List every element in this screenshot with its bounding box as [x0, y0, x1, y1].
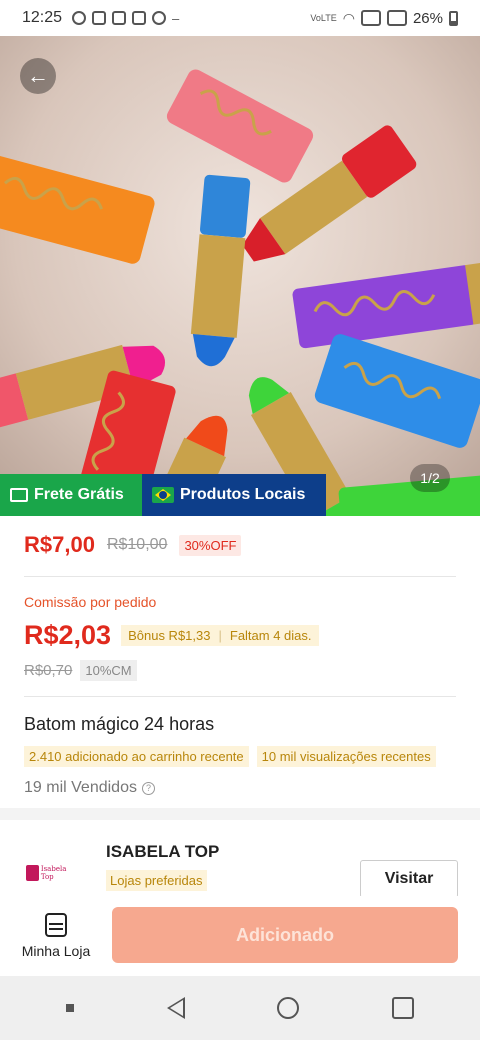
sold-count: 19 mil Vendidos ? [24, 779, 155, 797]
original-price: R$10,00 [106, 536, 168, 553]
bonus-remaining: Faltam 4 dias. [229, 628, 312, 643]
divider [24, 696, 456, 697]
views-tag: 10 mil visualizações recentes [256, 746, 436, 767]
commission-row: R$2,03 Bônus R$1,33 | Faltam 4 dias. [24, 620, 319, 651]
shop-name[interactable]: ISABELA TOP [106, 842, 219, 862]
current-price: R$7,00 [24, 532, 95, 557]
my-store-label: Minha Loja [21, 943, 91, 959]
commission-old-row: R$0,70 10%CM [24, 660, 137, 681]
visit-shop-button[interactable]: Visitar [360, 860, 458, 898]
produtos-locais-badge: Produtos Locais [142, 474, 326, 516]
sold-label: 19 mil Vendidos [24, 779, 137, 796]
shop-logo[interactable]: Isabela Top [26, 858, 78, 888]
status-bar: 12:25 – VoLTE ◠ 26% [0, 0, 480, 36]
nav-back-icon[interactable] [166, 997, 185, 1019]
cart-count-tag: 2.410 adicionado ao carrinho recente [24, 746, 249, 767]
signal-icon [360, 10, 381, 26]
add-button[interactable]: Adicionado [112, 907, 458, 963]
status-right: VoLTE ◠ 26% [310, 10, 458, 27]
ticket-icon [10, 488, 28, 502]
message-icon [72, 11, 87, 25]
app-notification-icon [132, 11, 147, 25]
wifi-icon: ◠ [342, 9, 355, 26]
preferred-shop-badge: Lojas preferidas [106, 870, 207, 891]
my-store-button[interactable]: Minha Loja [14, 906, 98, 966]
brazil-flag-icon [152, 487, 174, 503]
divider [24, 576, 456, 577]
discount-badge: 30%OFF [179, 534, 242, 556]
back-button[interactable]: ← [20, 58, 56, 94]
frete-gratis-badge: Frete Grátis [0, 474, 142, 516]
product-title: Batom mágico 24 horas [24, 714, 215, 734]
frete-gratis-label: Frete Grátis [34, 486, 124, 503]
shopping-bag-icon [26, 865, 39, 881]
price-row: R$7,00 R$10,00 30%OFF [24, 532, 242, 558]
signal-icon-2 [386, 10, 407, 26]
produtos-locais-label: Produtos Locais [180, 486, 306, 503]
menu-icon[interactable] [66, 1004, 75, 1012]
bonus-box: Bônus R$1,33 | Faltam 4 dias. [121, 625, 319, 646]
battery-percent: 26% [412, 9, 443, 27]
separator: | [218, 628, 222, 643]
section-separator [0, 808, 480, 820]
nav-recent-apps-icon[interactable] [391, 997, 414, 1019]
lipstick-photo [0, 69, 480, 516]
shop-logo-text: Isabela Top [40, 865, 67, 881]
image-page-indicator: 1/2 [410, 464, 450, 492]
bonus-amount: Bônus R$1,33 [128, 628, 211, 643]
browser-icon [152, 11, 167, 25]
commission-value: R$2,03 [24, 620, 112, 650]
product-tags: 2.410 adicionado ao carrinho recente 10 … [24, 746, 436, 767]
store-icon [45, 913, 67, 937]
app-notification-icon [112, 11, 127, 25]
more-dots-icon: – [172, 10, 180, 26]
notification-icons: – [72, 11, 179, 26]
clock: 12:25 [22, 9, 63, 26]
nav-home-icon[interactable] [277, 997, 300, 1019]
help-icon[interactable]: ? [141, 781, 155, 795]
product-image-carousel[interactable]: ← 1/2 Frete Grátis Produtos Locais [0, 36, 480, 516]
battery-icon [449, 10, 458, 26]
volte-label: VoLTE [310, 13, 337, 23]
bottom-action-bar: Minha Loja Adicionado [0, 896, 480, 976]
system-nav-bar [0, 976, 480, 1040]
commission-label: Comissão por pedido [24, 594, 157, 610]
commission-rate-badge: 10%CM [80, 660, 137, 681]
promo-banner: Frete Grátis Produtos Locais [0, 474, 326, 516]
commission-old-value: R$0,70 [24, 662, 73, 679]
app-notification-icon [92, 11, 107, 25]
arrow-left-icon: ← [27, 63, 49, 88]
